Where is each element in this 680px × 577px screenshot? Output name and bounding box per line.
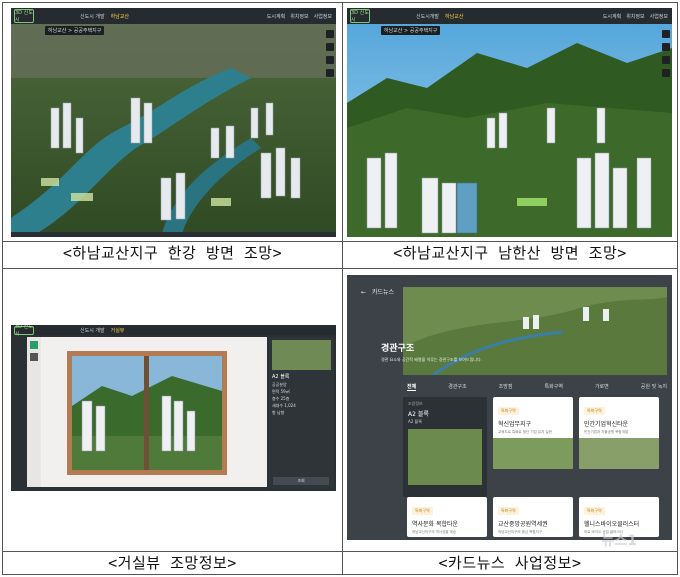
feature-image — [408, 429, 482, 485]
search-button[interactable]: 조회 — [273, 477, 329, 485]
card-badge: 특화구역 — [498, 507, 519, 515]
nav-item[interactable]: 신도시개발 — [416, 13, 439, 20]
tab-landscape[interactable]: 경관구조 — [448, 383, 466, 391]
card-image — [579, 438, 659, 469]
card-title: 혁신업무지구 — [498, 421, 532, 428]
card-title: 헬니스바이오클러스터 — [584, 521, 640, 528]
screenshot-hangang-view: 3D 신도시 신도시 개발 하남교산 도시계획 위치정보 사업정보 하남교산 >… — [11, 8, 336, 237]
compass-icon[interactable] — [326, 69, 334, 77]
card-image — [493, 438, 573, 469]
tab-street[interactable]: 가로변 — [595, 383, 609, 391]
tab-all[interactable]: 전체 — [407, 383, 417, 391]
aerial-city-render — [11, 8, 336, 237]
window-outside-view — [72, 356, 222, 470]
panel-item: 면적 59㎡ — [272, 389, 290, 394]
panel-title: A2 블록 — [272, 374, 290, 380]
app-top-bar: 3D 신도시 신도시 개발 거실뷰 — [11, 325, 336, 337]
card-item[interactable]: 특화구역 교산중앙공원역세권 하남교산지구의 중심 복합지구 — [493, 497, 573, 537]
screenshot-living-view: 3D 신도시 신도시 개발 거실뷰 A2 블록 공공분양 면적 59㎡ 층수 2… — [11, 325, 336, 491]
settings-icon[interactable] — [30, 353, 38, 361]
left-tool-strip — [27, 337, 41, 487]
panel-item: 향 남향 — [272, 410, 285, 415]
feature-title: A2 블록 — [408, 411, 429, 418]
nav-item[interactable]: 도시계획 — [603, 13, 621, 20]
watermark: 뉴스1 — [601, 533, 637, 549]
screenshot-namhansan-view: 3D 신도시 신도시개발 하남교산 도시계획 위치정보 사업정보 하남교산 > … — [347, 8, 672, 237]
card-item[interactable]: 특화구역 민간기업혁신타운 민간기업과 자율공원 복합개발 — [579, 397, 659, 469]
nav-item[interactable]: 사업정보 — [650, 13, 668, 20]
feature-label: 조망정보 — [408, 401, 423, 406]
app-logo: 3D 신도시 — [14, 325, 34, 337]
map-tool-column — [326, 30, 334, 77]
card-sub: 하남교산지구의 중심 복합지구 — [498, 530, 543, 534]
info-panel: A2 블록 공공분양 면적 59㎡ 층수 25층 세대수 1,024 향 남향 … — [269, 337, 334, 489]
zoom-in-icon[interactable] — [326, 30, 334, 38]
compass-icon[interactable] — [662, 69, 670, 77]
app-top-bar: 3D 신도시 신도시개발 하남교산 도시계획 위치정보 사업정보 — [347, 8, 672, 24]
nav-item-active[interactable]: 하남교산 — [111, 13, 129, 20]
app-logo: 3D 신도시 — [14, 9, 34, 23]
grid-divider-horizontal — [3, 268, 677, 269]
zoom-in-icon[interactable] — [662, 30, 670, 38]
nav-item-active[interactable]: 거실뷰 — [111, 327, 125, 334]
zoom-out-icon[interactable] — [662, 43, 670, 51]
caption-bottom-left: <거실뷰 조망정보> — [108, 554, 237, 572]
hero-title: 경관구조 — [381, 344, 415, 354]
card-badge: 특화구역 — [498, 407, 519, 415]
app-logo: 3D 신도시 — [350, 9, 370, 23]
card-item[interactable]: 특화구역 역사문화 복합타운 하남교산지구의 역사성을 계승 — [407, 497, 487, 537]
card-title: 민간기업혁신타운 — [584, 421, 629, 428]
tab-park[interactable]: 공원 및 녹지 — [641, 383, 667, 391]
caption-top-right: <하남교산지구 남한산 방면 조망> — [393, 244, 627, 262]
breadcrumb: 하남교산 > 공공주택지구 — [381, 26, 441, 35]
zoom-out-icon[interactable] — [326, 43, 334, 51]
card-badge: 특화구역 — [412, 507, 433, 515]
tab-viewpoint[interactable]: 조망점 — [499, 383, 513, 391]
layers-icon[interactable] — [662, 56, 670, 64]
minimap[interactable] — [272, 340, 331, 370]
card-item[interactable]: 특화구역 혁신업무지구 교육도로 특화로 첨단 기업 유치 실현 — [493, 397, 573, 469]
left-feature-card[interactable]: 조망정보 A2 블록 A2 블록 — [403, 397, 487, 497]
status-bar — [11, 232, 336, 237]
image-grid: 3D 신도시 신도시 개발 하남교산 도시계획 위치정보 사업정보 하남교산 >… — [2, 2, 678, 575]
layers-icon[interactable] — [326, 56, 334, 64]
app-top-bar: 3D 신도시 신도시 개발 하남교산 도시계획 위치정보 사업정보 — [11, 8, 336, 24]
panel-item: 공공분양 — [272, 382, 287, 387]
breadcrumb: 하남교산 > 공공주택지구 — [45, 26, 105, 35]
room-view — [27, 337, 267, 487]
tab-special-zone[interactable]: 특화구역 — [545, 383, 563, 391]
panel-item: 층수 25층 — [272, 396, 290, 401]
card-sub: 민간기업과 자율공원 복합개발 — [584, 430, 629, 434]
panel-item: 세대수 1,024 — [272, 403, 296, 408]
card-badge: 특화구역 — [584, 507, 605, 515]
caption-bottom-right: <카드뉴스 사업정보> — [438, 554, 582, 572]
screenshot-card-news: ← 카드뉴스 경관구조 경관 요소와 공간적 배열을 이루는 경관구조를 보여드… — [347, 275, 672, 540]
card-title: 역사문화 복합타운 — [412, 521, 459, 528]
nav-item[interactable]: 위치정보 — [290, 13, 308, 20]
view-toggle-icon[interactable] — [30, 341, 38, 349]
nav-item[interactable]: 도시계획 — [267, 13, 285, 20]
category-tabs: 전체 경관구조 조망점 특화구역 가로변 공원 및 녹지 — [407, 383, 667, 391]
card-sub: 교육도로 특화로 첨단 기업 유치 실현 — [498, 430, 552, 434]
card-sub: 하남교산지구의 역사성을 계승 — [412, 530, 457, 534]
feature-sub: A2 블록 — [408, 419, 422, 424]
grid-divider-vertical — [342, 3, 343, 574]
nav-item[interactable]: 신도시 개발 — [80, 13, 105, 20]
hero-subtitle: 경관 요소와 공간적 배열을 이루는 경관구조를 보여드립니다. — [381, 357, 482, 362]
caption-top-left: <하남교산지구 한강 방면 조망> — [62, 244, 283, 262]
nav-item[interactable]: 신도시 개발 — [80, 327, 105, 334]
window-frame — [67, 351, 227, 475]
card-badge: 특화구역 — [584, 407, 605, 415]
nav-item[interactable]: 사업정보 — [314, 13, 332, 20]
map-tool-column — [662, 30, 670, 77]
card-news-title: 카드뉴스 — [371, 289, 395, 296]
nav-item-active[interactable]: 하남교산 — [445, 13, 463, 20]
mountain-city-render — [347, 8, 672, 237]
card-news-header: ← 카드뉴스 — [361, 287, 394, 296]
nav-item[interactable]: 위치정보 — [626, 13, 644, 20]
card-title: 교산중앙공원역세권 — [498, 521, 548, 528]
back-arrow-icon[interactable]: ← — [361, 289, 366, 296]
